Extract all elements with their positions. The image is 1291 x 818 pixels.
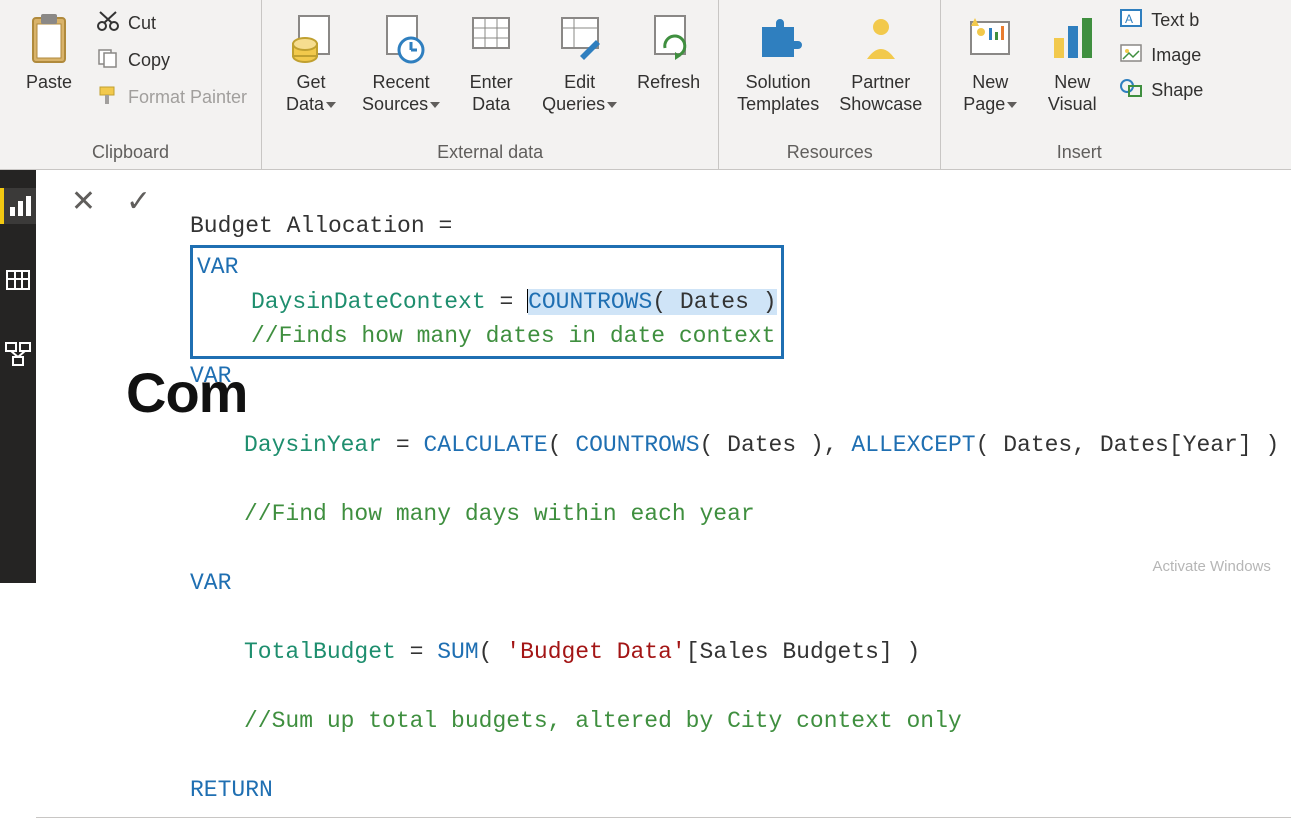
- bar-chart-icon: [1041, 8, 1103, 70]
- group-label-insert: Insert: [949, 138, 1209, 167]
- solution-templates-label: Solution Templates: [737, 72, 819, 115]
- copy-label: Copy: [128, 50, 170, 71]
- image-label: Image: [1151, 45, 1201, 66]
- group-label-external: External data: [270, 138, 710, 167]
- new-page-label: New Page: [963, 72, 1017, 115]
- copy-icon: [96, 47, 120, 74]
- ribbon-group-clipboard: Paste Cut Copy Format Painter Clipboard: [0, 0, 262, 169]
- commit-formula-button[interactable]: ✓: [126, 184, 151, 219]
- recent-sources-icon: [370, 8, 432, 70]
- edit-queries-label: Edit Queries: [542, 72, 617, 115]
- format-painter-button[interactable]: Format Painter: [90, 82, 253, 113]
- image-button[interactable]: Image: [1113, 41, 1209, 70]
- enter-data-icon: [460, 8, 522, 70]
- svg-text:A: A: [1125, 12, 1133, 26]
- copy-button[interactable]: Copy: [90, 45, 253, 76]
- new-visual-button[interactable]: New Visual: [1031, 4, 1113, 119]
- ribbon-group-insert: New Page New Visual A Text b Image Shape: [941, 0, 1217, 169]
- ribbon-group-external-data: Get Data Recent Sources Enter Data Edit …: [262, 0, 719, 169]
- refresh-icon: [638, 8, 700, 70]
- clipboard-icon: [18, 8, 80, 70]
- shapes-label: Shape: [1151, 80, 1203, 101]
- partner-showcase-label: Partner Showcase: [839, 72, 922, 115]
- person-icon: [850, 8, 912, 70]
- formula-editor[interactable]: Budget Allocation = VARDaysinDateContext…: [186, 170, 1291, 817]
- edit-queries-icon: [549, 8, 611, 70]
- recent-sources-label: Recent Sources: [362, 72, 440, 115]
- ribbon-group-resources: Solution Templates Partner Showcase Reso…: [719, 0, 941, 169]
- get-data-label: Get Data: [286, 72, 336, 115]
- paste-button[interactable]: Paste: [8, 4, 90, 98]
- report-title-fragment: Com: [126, 360, 247, 425]
- text-box-label: Text b: [1151, 10, 1199, 31]
- cut-button[interactable]: Cut: [90, 8, 253, 39]
- cancel-formula-button[interactable]: ✕: [71, 184, 96, 219]
- solution-templates-button[interactable]: Solution Templates: [727, 4, 829, 119]
- group-label-resources: Resources: [727, 138, 932, 167]
- group-label-clipboard: Clipboard: [8, 138, 253, 167]
- nav-data-view[interactable]: [0, 262, 36, 298]
- get-data-button[interactable]: Get Data: [270, 4, 352, 119]
- text-box-icon: A: [1119, 8, 1143, 33]
- shapes-icon: [1119, 78, 1143, 103]
- puzzle-icon: [747, 8, 809, 70]
- new-visual-label: New Visual: [1048, 72, 1097, 115]
- ribbon: Paste Cut Copy Format Painter Clipboard: [0, 0, 1291, 170]
- cut-label: Cut: [128, 13, 156, 34]
- measure-name: Budget Allocation: [190, 213, 425, 239]
- enter-data-label: Enter Data: [470, 72, 513, 115]
- formula-bar: ✕ ✓ Budget Allocation = VARDaysinDateCon…: [36, 170, 1291, 818]
- image-icon: [1119, 43, 1143, 68]
- enter-data-button[interactable]: Enter Data: [450, 4, 532, 119]
- format-painter-label: Format Painter: [128, 87, 247, 108]
- main-area: ✕ ✓ Budget Allocation = VARDaysinDateCon…: [0, 170, 1291, 583]
- shapes-button[interactable]: Shape: [1113, 76, 1209, 105]
- nav-model-view[interactable]: [0, 336, 36, 372]
- refresh-label: Refresh: [637, 72, 700, 94]
- windows-activation-watermark: Activate Windows: [1153, 558, 1271, 575]
- text-box-button[interactable]: A Text b: [1113, 6, 1209, 35]
- edit-queries-button[interactable]: Edit Queries: [532, 4, 627, 119]
- new-page-icon: [959, 8, 1021, 70]
- refresh-button[interactable]: Refresh: [627, 4, 710, 98]
- get-data-icon: [280, 8, 342, 70]
- nav-report-view[interactable]: [0, 188, 36, 224]
- left-nav: [0, 170, 36, 583]
- recent-sources-button[interactable]: Recent Sources: [352, 4, 450, 119]
- partner-showcase-button[interactable]: Partner Showcase: [829, 4, 932, 119]
- scissors-icon: [96, 10, 120, 37]
- paintbrush-icon: [96, 84, 120, 111]
- paste-label: Paste: [26, 72, 72, 94]
- content-area: ✕ ✓ Budget Allocation = VARDaysinDateCon…: [36, 170, 1291, 583]
- new-page-button[interactable]: New Page: [949, 4, 1031, 119]
